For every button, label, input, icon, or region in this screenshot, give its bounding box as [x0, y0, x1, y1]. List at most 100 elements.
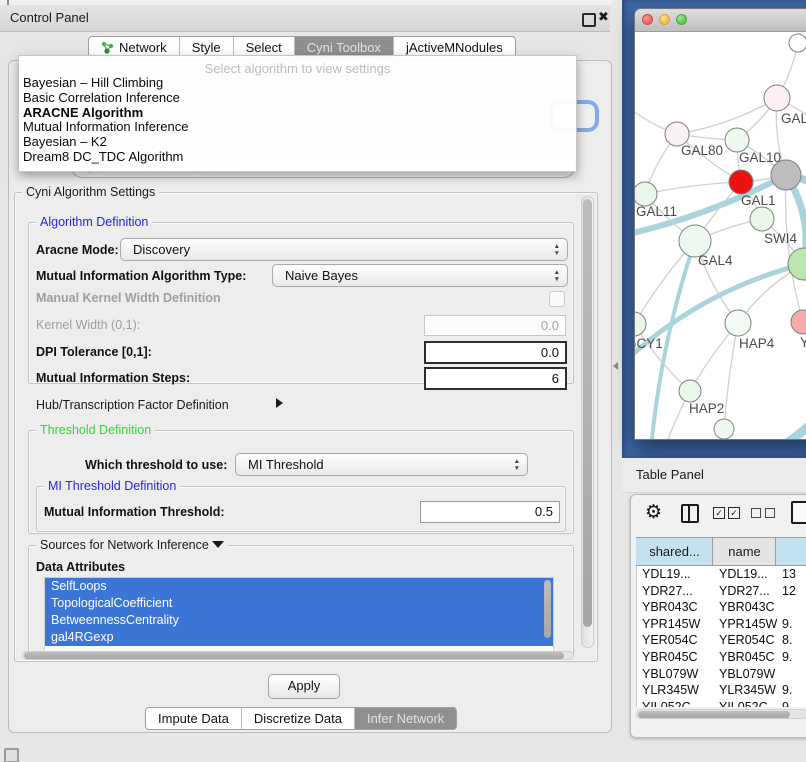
collapse-arrow-icon[interactable]: [212, 541, 224, 548]
table-cell: 9.: [777, 616, 806, 633]
algorithm-option[interactable]: Dream8 DC_TDC Algorithm: [19, 150, 576, 165]
tab-label: Style: [192, 40, 221, 55]
settings-horizontal-scrollbar-thumb[interactable]: [24, 652, 564, 659]
network-node-gal10[interactable]: [725, 128, 749, 152]
algorithm-popup-placeholder: Select algorithm to view settings: [19, 61, 576, 76]
network-node-green-right[interactable]: [788, 248, 806, 280]
dock-panel-icon[interactable]: [4, 748, 19, 762]
table-row[interactable]: YBR043CYBR043C: [637, 599, 806, 616]
algorithm-option[interactable]: Mutual Information Inference: [19, 120, 576, 135]
network-node-hap2[interactable]: [679, 380, 701, 402]
float-panel-button[interactable]: [582, 13, 596, 27]
table-cell: YBR043C: [714, 599, 777, 616]
node-label: GAL10: [739, 150, 781, 165]
node-label: HAP2: [689, 401, 724, 416]
attribute-list-item[interactable]: TopologicalCoefficient: [45, 595, 553, 612]
node-label: SWI4: [764, 231, 797, 246]
table-row[interactable]: YDL19...YDL19...13: [637, 566, 806, 583]
mi-threshold-input[interactable]: 0.5: [420, 501, 560, 523]
table-cell: YBR043C: [637, 599, 714, 616]
tab-label: jActiveMNodules: [406, 40, 503, 55]
node-label: GAL: [781, 111, 806, 126]
network-node-swi4[interactable]: [750, 207, 774, 231]
tab-impute-data[interactable]: Impute Data: [146, 708, 242, 729]
network-edge-thick[interactable]: [750, 406, 806, 440]
network-node-edge-node[interactable]: [789, 34, 806, 52]
apply-button[interactable]: Apply: [268, 674, 340, 699]
page-icon[interactable]: [791, 501, 806, 524]
table-body: YDL19...YDL19...13YDR27...YDR27...12YBR0…: [636, 566, 806, 707]
mi-steps-input[interactable]: 6: [424, 367, 567, 390]
table-row[interactable]: YER054CYER054C8.: [637, 632, 806, 649]
network-node-gcy1[interactable]: [635, 312, 646, 336]
table-row[interactable]: YPR145WYPR145W9.: [637, 616, 806, 633]
algorithm-option[interactable]: ARACNE Algorithm: [19, 106, 576, 121]
node-label: GCY1: [635, 336, 663, 351]
stepper-arrows-icon: ▲▼: [554, 243, 560, 257]
node-label: Y: [800, 335, 806, 350]
table-horizontal-scrollbar-thumb[interactable]: [638, 711, 790, 718]
stepper-arrows-icon: ▲▼: [554, 269, 560, 283]
kernel-width-label: Kernel Width (0,1):: [36, 318, 140, 332]
manual-kernel-checkbox[interactable]: [549, 291, 565, 307]
columns-icon[interactable]: [681, 504, 699, 523]
close-panel-button[interactable]: ✖: [598, 9, 609, 25]
table-cell: 12: [777, 583, 806, 600]
algorithm-option[interactable]: Bayesian – Hill Climbing: [19, 76, 576, 91]
network-edge[interactable]: [645, 182, 741, 194]
table-cell: YPR145W: [637, 616, 714, 633]
zoom-window-icon[interactable]: [676, 14, 687, 25]
minimize-window-icon[interactable]: [659, 14, 670, 25]
data-attributes-list[interactable]: SelfLoopsTopologicalCoefficientBetweenne…: [44, 577, 554, 652]
attributes-list-scrollbar[interactable]: [544, 580, 551, 638]
mi-algorithm-type-value: Naive Bayes: [285, 268, 358, 283]
network-node-gal1[interactable]: [729, 170, 753, 194]
unchecked-boxes-icon[interactable]: [751, 508, 775, 518]
sources-title-text: Sources for Network Inference: [40, 538, 209, 552]
attribute-list-item[interactable]: BetweennessCentrality: [45, 612, 553, 629]
network-node-gal[interactable]: [764, 85, 790, 111]
table-cell: 9.: [777, 682, 806, 699]
mi-algorithm-type-combo[interactable]: Naive Bayes ▲▼: [272, 264, 568, 287]
settings-vertical-scrollbar-thumb[interactable]: [583, 199, 592, 627]
checked-boxes-icon[interactable]: ✓✓: [713, 507, 740, 519]
expand-arrow-icon[interactable]: [276, 398, 283, 408]
which-threshold-combo[interactable]: MI Threshold ▲▼: [235, 453, 528, 476]
table-cell: 13: [777, 566, 806, 583]
table-cell: YBR045C: [714, 649, 777, 666]
network-canvas[interactable]: GALGAL80GAL10GAL1GAL11SWI4GAL4GCY1HAP4YH…: [635, 31, 806, 440]
column-header[interactable]: shared...: [636, 538, 713, 565]
gear-icon[interactable]: ⚙: [645, 503, 662, 522]
aracne-mode-combo[interactable]: Discovery ▲▼: [120, 238, 568, 261]
network-node-hap4[interactable]: [725, 310, 751, 336]
node-label: GAL4: [698, 253, 733, 268]
table-row[interactable]: YIL052CYIL052C9: [637, 699, 806, 707]
tab-infer-network[interactable]: Infer Network: [355, 708, 456, 729]
close-window-icon[interactable]: [642, 14, 653, 25]
dpi-tolerance-input[interactable]: 0.0: [424, 341, 567, 364]
algorithm-option[interactable]: Bayesian – K2: [19, 135, 576, 150]
column-header[interactable]: name: [713, 538, 776, 565]
kernel-width-input[interactable]: 0.0: [424, 315, 566, 336]
network-edge[interactable]: [677, 98, 777, 134]
algorithm-option[interactable]: Basic Correlation Inference: [19, 91, 576, 106]
network-node-gal11[interactable]: [635, 182, 657, 206]
attribute-list-item[interactable]: gal4RGexp: [45, 629, 553, 646]
attribute-list-item[interactable]: SelfLoops: [45, 578, 553, 595]
hub-definition-label[interactable]: Hub/Transcription Factor Definition: [36, 398, 229, 412]
collapse-panel-arrow-icon[interactable]: [613, 362, 618, 370]
table-row[interactable]: YBL079WYBL079W: [637, 666, 806, 683]
table-row[interactable]: YDR27...YDR27...12: [637, 583, 806, 600]
network-node-bottom-node[interactable]: [714, 419, 734, 439]
table-row[interactable]: YLR345WYLR345W9.: [637, 682, 806, 699]
application-root: Control Panel ✖ NetworkStyleSelectCyni T…: [0, 0, 806, 762]
table-panel-title: Table Panel: [636, 467, 704, 482]
threshold-definition-title: Threshold Definition: [36, 423, 155, 437]
network-node-y[interactable]: [791, 310, 806, 334]
network-window[interactable]: GALGAL80GAL10GAL1GAL11SWI4GAL4GCY1HAP4YH…: [634, 8, 806, 440]
table-row[interactable]: YBR045CYBR045C9.: [637, 649, 806, 666]
network-node-gray-node[interactable]: [771, 160, 801, 190]
tab-discretize-data[interactable]: Discretize Data: [242, 708, 355, 729]
column-header[interactable]: A: [776, 538, 806, 565]
network-edge[interactable]: [724, 323, 738, 429]
